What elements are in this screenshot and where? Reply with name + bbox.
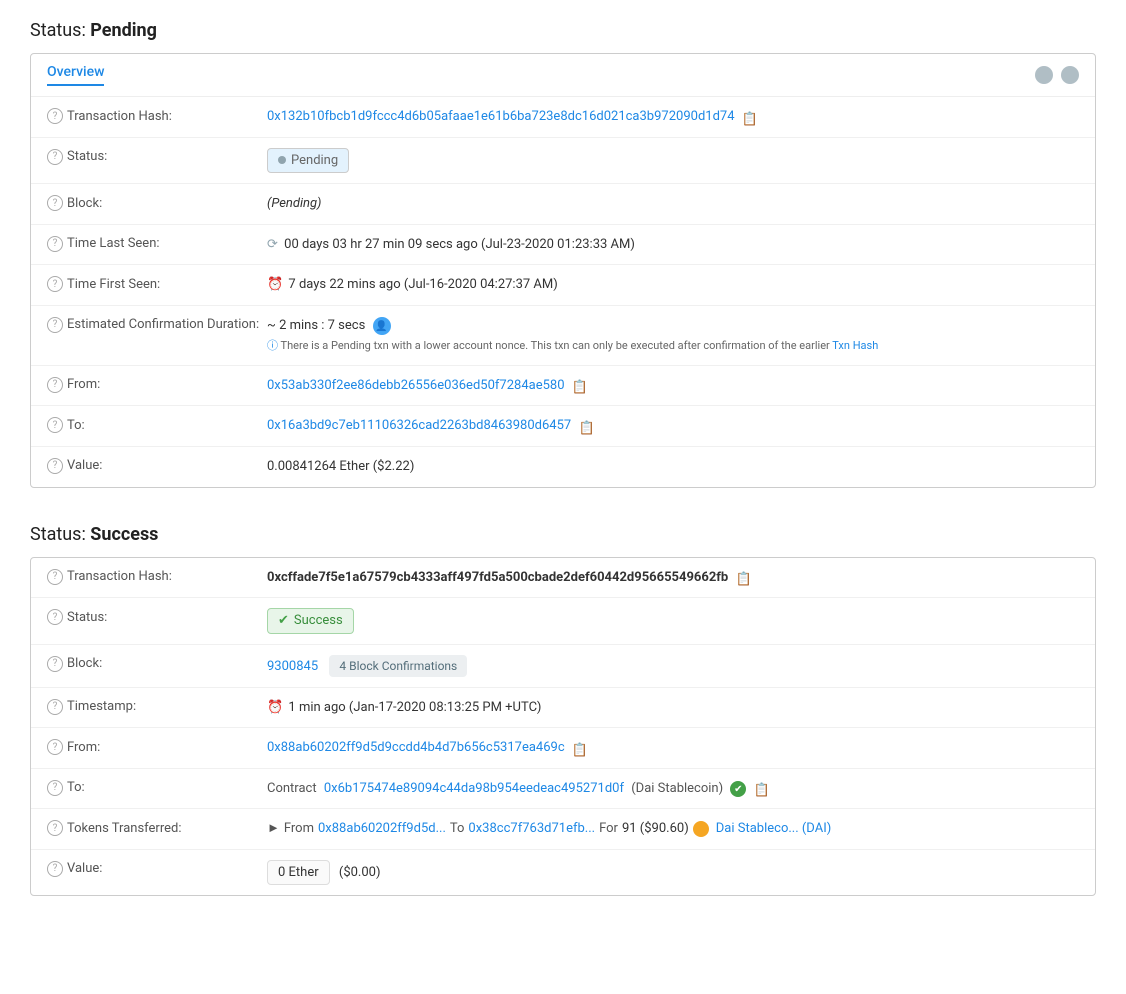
success-block-label: ? Block: — [47, 655, 267, 672]
success-value-value: 0 Ether ($0.00) — [267, 860, 1079, 886]
success-from-label: ? From: — [47, 738, 267, 755]
success-status-label: ? Status: — [47, 608, 267, 625]
question-icon: ? — [47, 108, 63, 124]
overview-tab[interactable]: Overview — [47, 64, 104, 86]
q-icon-block: ? — [47, 656, 63, 672]
q-icon-from: ? — [47, 739, 63, 755]
pending-est-confirm-label: ? Estimated Confirmation Duration: — [47, 316, 267, 333]
pending-to-label: ? To: — [47, 416, 267, 433]
q-icon-tx: ? — [47, 569, 63, 585]
success-card: ? Transaction Hash: 0xcffade7f5e1a67579c… — [30, 557, 1096, 897]
copy-to-icon[interactable]: 📋 — [578, 419, 592, 433]
pending-time-last-seen-value: ⟳ 00 days 03 hr 27 min 09 secs ago (Jul-… — [267, 235, 1079, 255]
pending-badge-dot — [278, 156, 286, 164]
q-icon-tokens: ? — [47, 820, 63, 836]
pending-tx-hash-row: ? Transaction Hash: 0x132b10fbcb1d9fccc4… — [31, 97, 1095, 138]
success-badge: ✔ Success — [267, 608, 354, 634]
question-icon-time-first: ? — [47, 276, 63, 292]
tokens-transfer-detail: ► From 0x88ab60202ff9d5d... To 0x38cc7f7… — [267, 819, 1079, 839]
pending-status-row: ? Status: Pending — [31, 138, 1095, 185]
success-to-value: Contract 0x6b175474e89094c44da98b954eede… — [267, 779, 1079, 799]
copy-from-success-icon[interactable]: 📋 — [572, 741, 586, 755]
pending-block-value: (Pending) — [267, 194, 1079, 214]
success-timestamp-label: ? Timestamp: — [47, 698, 267, 715]
clock-icon: ⏰ — [267, 275, 283, 295]
ether-value-box: 0 Ether — [267, 860, 330, 886]
success-tx-hash-value: 0xcffade7f5e1a67579cb4333aff497fd5a500cb… — [267, 568, 1079, 588]
success-tokens-value: ► From 0x88ab60202ff9d5d... To 0x38cc7f7… — [267, 819, 1079, 839]
pending-section-title: Status: Pending — [30, 20, 1096, 41]
pending-tx-hash-label: ? Transaction Hash: — [47, 107, 267, 124]
spinner-icon: ⟳ — [267, 235, 278, 255]
pending-card-header: Overview — [31, 54, 1095, 97]
q-icon-status: ? — [47, 609, 63, 625]
clock-icon-success: ⏰ — [267, 698, 283, 718]
pending-est-confirm-value: ~ 2 mins : 7 secs 👤 ⓘ There is a Pending… — [267, 316, 1079, 355]
success-status-row: ? Status: ✔ Success — [31, 598, 1095, 645]
success-status-value: ✔ Success — [267, 608, 1079, 634]
success-value-label: ? Value: — [47, 860, 267, 877]
pending-time-first-seen-value: ⏰ 7 days 22 mins ago (Jul-16-2020 04:27:… — [267, 275, 1079, 295]
question-icon-to: ? — [47, 417, 63, 433]
pending-from-row: ? From: 0x53ab330f2ee86debb26556e036ed50… — [31, 366, 1095, 407]
pending-status-value: Pending — [267, 148, 1079, 174]
copy-tx-icon[interactable]: 📋 — [735, 570, 749, 584]
success-timestamp-row: ? Timestamp: ⏰ 1 min ago (Jan-17-2020 08… — [31, 688, 1095, 729]
success-tokens-row: ? Tokens Transferred: ► From 0x88ab60202… — [31, 809, 1095, 850]
pending-time-last-seen-row: ? Time Last Seen: ⟳ 00 days 03 hr 27 min… — [31, 225, 1095, 266]
confirmations-badge: 4 Block Confirmations — [329, 655, 467, 677]
pending-status-label: ? Status: — [47, 148, 267, 165]
pending-card: Overview ? Transaction Hash: 0x132b10fbc… — [30, 53, 1096, 488]
q-icon-to: ? — [47, 780, 63, 796]
pending-to-row: ? To: 0x16a3bd9c7eb11106326cad2263bd8463… — [31, 406, 1095, 447]
circle-icon-1 — [1035, 66, 1053, 84]
question-icon-time-last: ? — [47, 236, 63, 252]
pending-to-value: 0x16a3bd9c7eb11106326cad2263bd8463980d64… — [267, 416, 1079, 436]
success-block-value: 9300845 4 Block Confirmations — [267, 655, 1079, 677]
question-icon-est: ? — [47, 317, 63, 333]
circle-icon-2 — [1061, 66, 1079, 84]
question-icon-block: ? — [47, 195, 63, 211]
pending-time-first-seen-label: ? Time First Seen: — [47, 275, 267, 292]
success-tokens-label: ? Tokens Transferred: — [47, 819, 267, 836]
user-icon: 👤 — [373, 317, 391, 335]
success-from-value: 0x88ab60202ff9d5d9ccdd4b4d7b656c5317ea46… — [267, 738, 1079, 758]
q-icon-timestamp: ? — [47, 699, 63, 715]
copy-to-success-icon[interactable]: 📋 — [754, 781, 768, 795]
copy-icon[interactable]: 📋 — [742, 110, 756, 124]
pending-tx-hash-value: 0x132b10fbcb1d9fccc4d6b05afaae1e61b6ba72… — [267, 107, 1079, 127]
success-value-row: ? Value: 0 Ether ($0.00) — [31, 850, 1095, 896]
info-dot: ⓘ — [267, 339, 278, 352]
pending-time-last-seen-label: ? Time Last Seen: — [47, 235, 267, 252]
verified-icon: ✔ — [730, 781, 746, 797]
pending-value-label: ? Value: — [47, 457, 267, 474]
success-to-label: ? To: — [47, 779, 267, 796]
q-icon-value: ? — [47, 861, 63, 877]
check-icon: ✔ — [278, 611, 289, 631]
pending-block-label: ? Block: — [47, 194, 267, 211]
pending-badge: Pending — [267, 148, 349, 174]
pending-time-first-seen-row: ? Time First Seen: ⏰ 7 days 22 mins ago … — [31, 265, 1095, 306]
header-icons — [1035, 66, 1079, 84]
success-timestamp-value: ⏰ 1 min ago (Jan-17-2020 08:13:25 PM +UT… — [267, 698, 1079, 718]
question-icon-status: ? — [47, 149, 63, 165]
copy-from-icon[interactable]: 📋 — [572, 378, 586, 392]
pending-block-row: ? Block: (Pending) — [31, 184, 1095, 225]
success-tx-hash-label: ? Transaction Hash: — [47, 568, 267, 585]
pending-from-value: 0x53ab330f2ee86debb26556e036ed50f7284ae5… — [267, 376, 1079, 396]
success-block-row: ? Block: 9300845 4 Block Confirmations — [31, 645, 1095, 688]
pending-est-confirm-row: ? Estimated Confirmation Duration: ~ 2 m… — [31, 306, 1095, 366]
success-tx-hash-row: ? Transaction Hash: 0xcffade7f5e1a67579c… — [31, 558, 1095, 599]
dai-icon — [693, 821, 709, 837]
question-icon-from: ? — [47, 377, 63, 393]
pending-est-note: ⓘ There is a Pending txn with a lower ac… — [267, 338, 1079, 355]
question-icon-value: ? — [47, 458, 63, 474]
success-to-row: ? To: Contract 0x6b175474e89094c44da98b9… — [31, 769, 1095, 810]
pending-from-label: ? From: — [47, 376, 267, 393]
pending-value-row: ? Value: 0.00841264 Ether ($2.22) — [31, 447, 1095, 487]
pending-value-value: 0.00841264 Ether ($2.22) — [267, 457, 1079, 477]
success-section-title: Status: Success — [30, 524, 1096, 545]
arrow-triangle: ► — [267, 819, 280, 839]
success-from-row: ? From: 0x88ab60202ff9d5d9ccdd4b4d7b656c… — [31, 728, 1095, 769]
